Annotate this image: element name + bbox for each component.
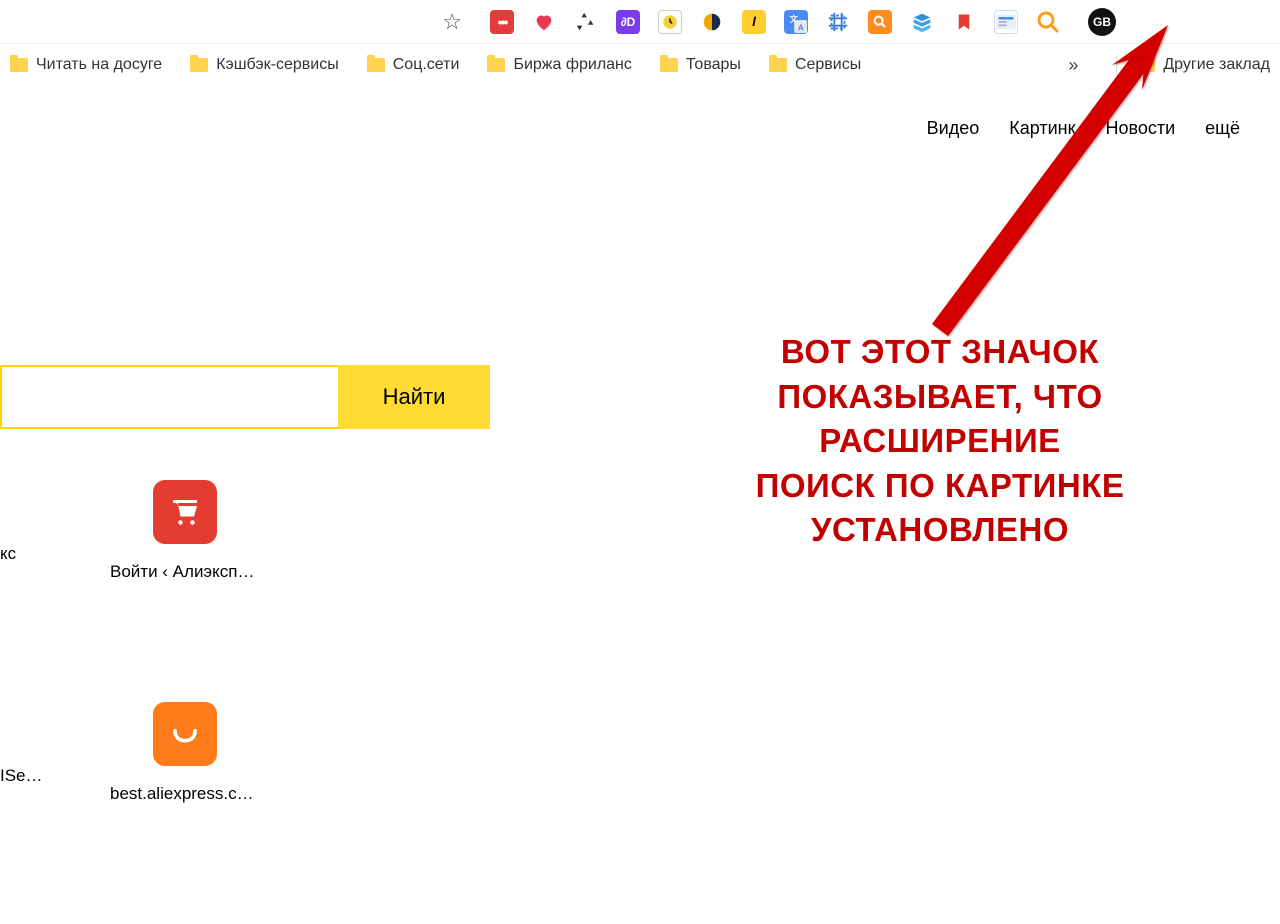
bookmark-label: Соц.сети xyxy=(393,56,460,74)
folder-icon xyxy=(487,58,505,72)
tile-aliexpress-login[interactable]: Войти ‹ Алиэкспр... xyxy=(110,480,260,582)
tile-label: best.aliexpress.com xyxy=(110,784,260,804)
folder-icon xyxy=(10,58,28,72)
bookmark-label: Читать на досуге xyxy=(36,56,162,74)
folder-icon xyxy=(367,58,385,72)
quick-tiles: кс Войти ‹ Алиэкспр... ISense best.aliex… xyxy=(0,480,340,924)
bookmark-label: Сервисы xyxy=(795,56,861,74)
bookmarks-overflow-button[interactable]: » xyxy=(1058,55,1088,76)
nav-video[interactable]: Видео xyxy=(927,118,980,139)
extension-icon-form[interactable] xyxy=(994,10,1018,34)
recycle-icon[interactable] xyxy=(574,10,598,34)
smile-icon xyxy=(153,702,217,766)
annotation-text: ВОТ ЭТОТ ЗНАЧОК ПОКАЗЫВАЕТ, ЧТО РАСШИРЕН… xyxy=(650,330,1230,553)
browser-toolbar: ☆ ••• ∂D l 文A xyxy=(0,0,1280,44)
cart-icon xyxy=(153,480,217,544)
search-bar: Найти xyxy=(0,365,490,429)
search-image-extension-icon[interactable] xyxy=(1036,10,1060,34)
crop-icon[interactable] xyxy=(826,10,850,34)
bookmark-label: Биржа фриланс xyxy=(513,56,631,74)
other-bookmarks-button[interactable]: Другие заклад xyxy=(1116,56,1270,74)
folder-icon xyxy=(769,58,787,72)
tile-label: кс xyxy=(0,544,50,564)
address-bar-area: ☆ xyxy=(0,4,480,40)
bookmark-folder-reading[interactable]: Читать на досуге xyxy=(10,56,162,74)
profile-avatar[interactable]: GB xyxy=(1088,8,1116,36)
search-button[interactable]: Найти xyxy=(338,365,490,429)
extension-icon-search-orange[interactable] xyxy=(868,10,892,34)
annotation-line: ПОИСК ПО КАРТИНКЕ xyxy=(650,464,1230,509)
search-input[interactable] xyxy=(0,365,338,429)
bookmark-star-icon[interactable]: ☆ xyxy=(442,9,462,35)
google-translate-icon[interactable]: 文A xyxy=(784,10,808,34)
tile-label: Войти ‹ Алиэкспр... xyxy=(110,562,260,582)
bookmark-label: Кэшбэк-сервисы xyxy=(216,56,339,74)
tile-isense-partial[interactable]: ISense xyxy=(0,702,50,786)
extension-icon-clock[interactable] xyxy=(658,10,682,34)
bookmark-folder-services[interactable]: Сервисы xyxy=(769,56,861,74)
heart-icon[interactable] xyxy=(532,10,556,34)
site-nav: Видео Картинк Новости ещё xyxy=(0,86,1280,139)
bookmark-folder-cashback[interactable]: Кэшбэк-сервисы xyxy=(190,56,339,74)
extension-icon-l[interactable]: l xyxy=(742,10,766,34)
svg-text:A: A xyxy=(798,23,804,32)
tile-best-aliexpress[interactable]: best.aliexpress.com xyxy=(110,702,260,804)
bookmark-label: Товары xyxy=(686,56,741,74)
tile-label: ISense xyxy=(0,766,50,786)
extension-icon-1[interactable]: ••• xyxy=(490,10,514,34)
bookmarks-bar: Читать на досуге Кэшбэк-сервисы Соц.сети… xyxy=(0,44,1280,86)
stack-icon[interactable] xyxy=(910,10,934,34)
tile-yandex-partial[interactable]: кс xyxy=(0,480,50,564)
bookmark-folder-freelance[interactable]: Биржа фриланс xyxy=(487,56,631,74)
folder-icon xyxy=(660,58,678,72)
bookmark-solid-icon[interactable] xyxy=(952,10,976,34)
bookmark-folder-goods[interactable]: Товары xyxy=(660,56,741,74)
folder-icon xyxy=(190,58,208,72)
nav-news[interactable]: Новости xyxy=(1105,118,1175,139)
other-bookmarks-label: Другие заклад xyxy=(1163,56,1270,74)
bookmark-folder-social[interactable]: Соц.сети xyxy=(367,56,460,74)
folder-icon xyxy=(1137,58,1155,72)
annotation-line: УСТАНОВЛЕНО xyxy=(650,508,1230,553)
extensions-tray: ••• ∂D l 文A xyxy=(480,10,1060,34)
annotation-line: ПОКАЗЫВАЕТ, ЧТО xyxy=(650,375,1230,420)
annotation-line: РАСШИРЕНИЕ xyxy=(650,419,1230,464)
extension-icon-circle[interactable] xyxy=(700,10,724,34)
nav-more[interactable]: ещё xyxy=(1205,118,1240,139)
extension-icon-ad[interactable]: ∂D xyxy=(616,10,640,34)
annotation-line: ВОТ ЭТОТ ЗНАЧОК xyxy=(650,330,1230,375)
nav-images[interactable]: Картинк xyxy=(1009,118,1075,139)
